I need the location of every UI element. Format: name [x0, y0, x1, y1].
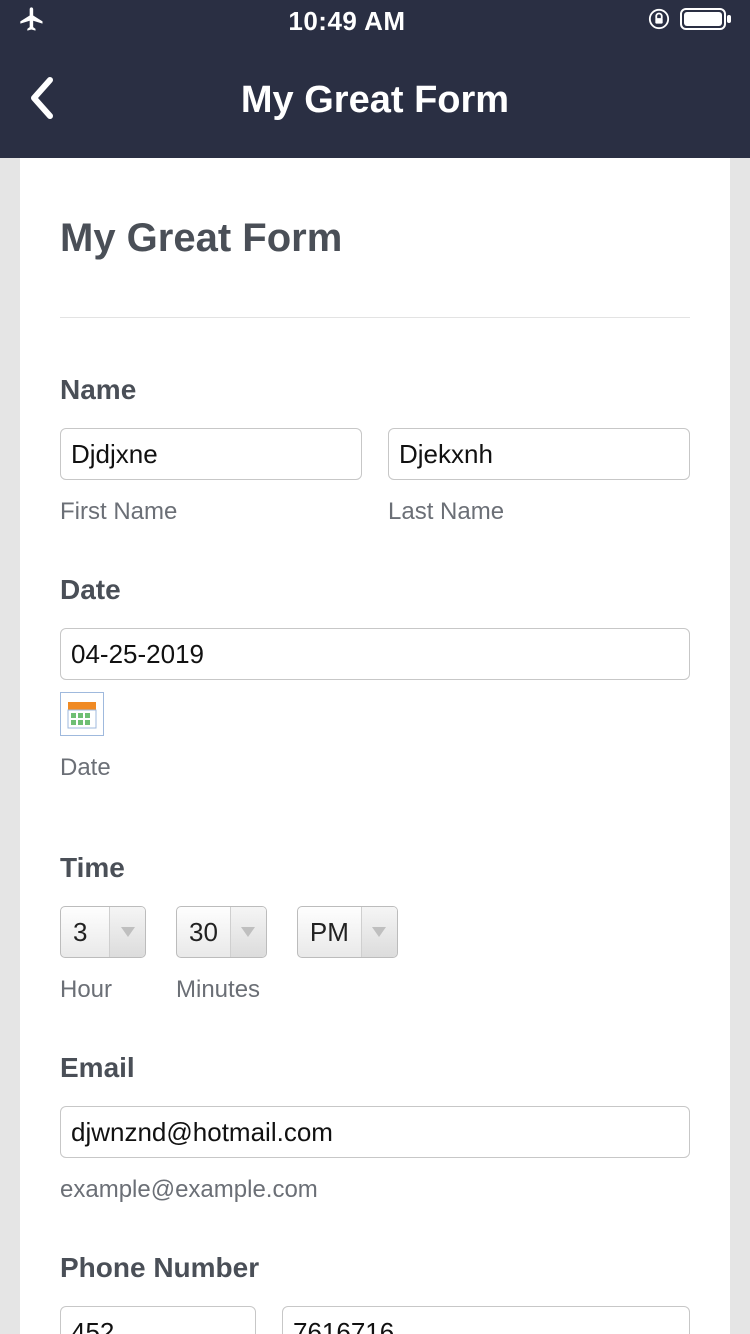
minutes-select[interactable]: 30 [176, 906, 267, 958]
chevron-down-icon [230, 907, 266, 957]
hour-select[interactable]: 3 [60, 906, 146, 958]
date-group: Date Date [60, 574, 690, 782]
ampm-value: PM [298, 907, 361, 957]
minutes-sublabel: Minutes [176, 976, 267, 1004]
form-card: My Great Form Name First Name Last Name … [20, 158, 730, 1334]
email-label: Email [60, 1052, 690, 1084]
hour-value: 3 [61, 907, 109, 957]
calendar-icon[interactable] [60, 692, 104, 736]
minutes-value: 30 [177, 907, 230, 957]
status-bar: 10:49 AM [0, 0, 750, 42]
date-sublabel: Date [60, 754, 690, 782]
last-name-input[interactable] [388, 428, 690, 480]
name-label: Name [60, 374, 690, 406]
nav-title: My Great Form [0, 79, 750, 122]
airplane-mode-icon [18, 5, 46, 38]
first-name-sublabel: First Name [60, 498, 362, 526]
divider [60, 317, 690, 318]
first-name-input[interactable] [60, 428, 362, 480]
time-group: Time 3 Hour 30 Minutes [60, 852, 690, 1004]
last-name-sublabel: Last Name [388, 498, 690, 526]
battery-icon [680, 7, 732, 36]
area-code-input[interactable] [60, 1306, 256, 1334]
phone-number-input[interactable] [282, 1306, 690, 1334]
hour-sublabel: Hour [60, 976, 146, 1004]
time-label: Time [60, 852, 690, 884]
back-button[interactable] [28, 76, 54, 125]
status-time: 10:49 AM [288, 6, 405, 37]
chevron-down-icon [361, 907, 397, 957]
ampm-select[interactable]: PM [297, 906, 398, 958]
form-title: My Great Form [60, 216, 690, 261]
email-hint: example@example.com [60, 1176, 690, 1204]
name-group: Name First Name Last Name [60, 374, 690, 526]
email-group: Email example@example.com [60, 1052, 690, 1204]
nav-bar: My Great Form [0, 42, 750, 158]
phone-group: Phone Number Area Code Phone Number [60, 1252, 690, 1334]
phone-label: Phone Number [60, 1252, 690, 1284]
orientation-lock-icon [648, 8, 670, 35]
date-label: Date [60, 574, 690, 606]
email-input[interactable] [60, 1106, 690, 1158]
page-background: My Great Form Name First Name Last Name … [0, 158, 750, 1334]
chevron-down-icon [109, 907, 145, 957]
date-input[interactable] [60, 628, 690, 680]
